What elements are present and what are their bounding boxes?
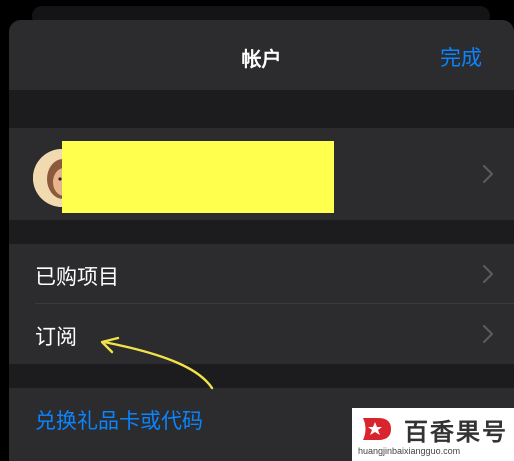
redacted-account-info [62, 141, 334, 213]
watermark: 百香果号 huangjinbaixiangguo.com [352, 408, 514, 461]
section-gap [9, 90, 514, 128]
account-sheet: 帐户 完成 已购项目 订阅 兑换礼品卡或代码 [9, 20, 514, 461]
chevron-right-icon [482, 164, 494, 184]
section-gap [9, 220, 514, 244]
chevron-right-icon [482, 264, 494, 284]
redeem-link[interactable]: 兑换礼品卡或代码 [35, 405, 203, 435]
watermark-url: huangjinbaixiangguo.com [358, 446, 461, 456]
subscriptions-label: 订阅 [35, 325, 77, 349]
navigation-bar: 帐户 完成 [9, 20, 514, 90]
passion-fruit-logo-icon [363, 418, 391, 440]
chevron-right-icon [482, 324, 494, 344]
profile-row[interactable] [9, 128, 514, 220]
purchased-row[interactable]: 已购项目 [9, 244, 514, 304]
page-title: 帐户 [241, 47, 282, 71]
purchased-label: 已购项目 [35, 265, 119, 289]
done-button[interactable]: 完成 [440, 42, 482, 72]
subscriptions-row[interactable]: 订阅 [9, 304, 514, 364]
watermark-brand: 百香果号 [404, 418, 508, 446]
section-gap [9, 364, 514, 388]
